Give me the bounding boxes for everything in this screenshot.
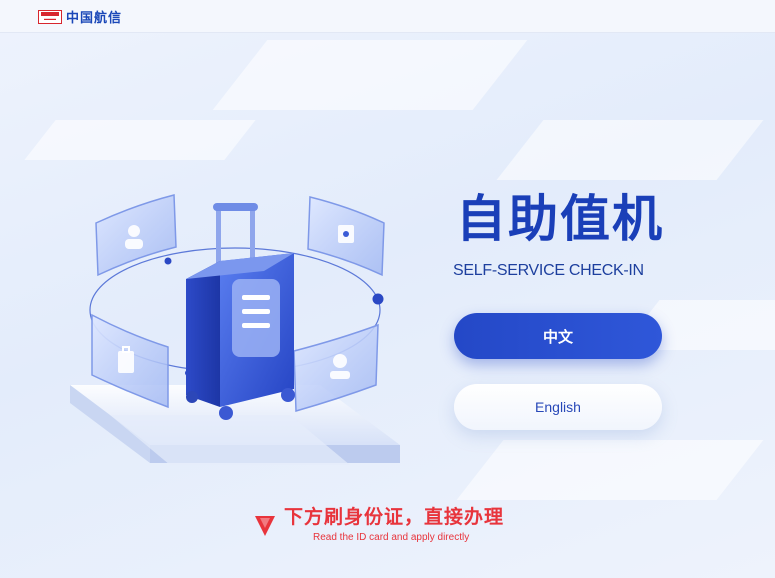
english-button-label: English <box>535 399 581 415</box>
suitcase <box>186 203 295 420</box>
top-bar: ▬▬▬ 中国航信 <box>0 0 775 33</box>
person-scan-icon <box>293 323 379 412</box>
page-title: 自助值机 <box>456 191 664 247</box>
hint-text-chinese: 下方刷身份证，直接办理 <box>284 507 505 528</box>
chinese-button-label: 中文 <box>542 328 573 346</box>
page-subtitle: SELF-SERVICE CHECK-IN <box>453 262 644 279</box>
down-arrow-icon <box>255 516 275 536</box>
passenger-icon <box>95 194 177 277</box>
travelsky-logo-icon: ▬▬▬ <box>38 9 62 24</box>
background-slab <box>456 440 764 500</box>
background-slab <box>212 40 528 110</box>
chinese-language-button[interactable]: 中文 <box>454 313 662 359</box>
hint-text-english: Read the ID card and apply directly <box>313 532 470 543</box>
tag-icon <box>307 196 385 277</box>
travelsky-logo: ▬▬▬ 中国航信 <box>38 7 122 26</box>
english-language-button[interactable]: English <box>454 384 662 430</box>
background-slab <box>24 120 256 160</box>
suitcase-illustration <box>70 194 400 465</box>
brand-name: 中国航信 <box>66 10 123 25</box>
background-slab <box>496 120 764 180</box>
